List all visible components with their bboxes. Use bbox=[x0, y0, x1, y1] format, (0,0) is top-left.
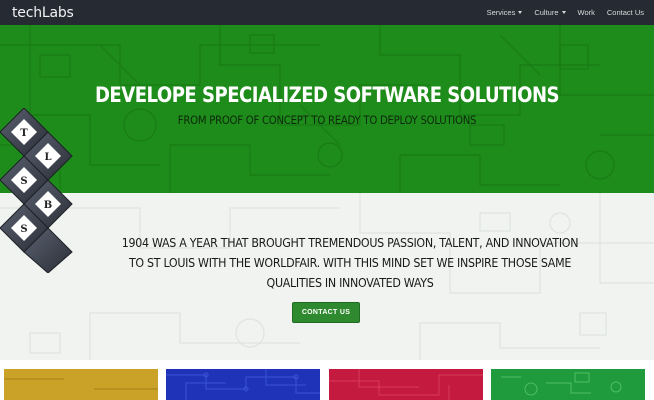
crimson-card[interactable] bbox=[329, 369, 483, 400]
logo-letter: S bbox=[20, 176, 27, 187]
main-nav: Services Culture Work Contact Us bbox=[487, 8, 644, 17]
hero-title: DEVELOPE SPECIALIZED SOFTWARE SOLUTIONS bbox=[94, 83, 560, 107]
logo-letter: T bbox=[20, 128, 28, 139]
intro-line: 1904 WAS A YEAR THAT BROUGHT TREMENDOUS … bbox=[121, 235, 579, 250]
top-navbar: techLabs Services Culture Work Contact U… bbox=[0, 0, 654, 25]
nav-item-label: Work bbox=[577, 8, 595, 17]
blue-card[interactable] bbox=[166, 369, 320, 400]
hero-banner: DEVELOPE SPECIALIZED SOFTWARE SOLUTIONS … bbox=[0, 25, 654, 193]
intro-paragraph: 1904 WAS A YEAR THAT BROUGHT TREMENDOUS … bbox=[121, 233, 579, 293]
logo-letter: B bbox=[44, 200, 52, 211]
brand-logo-text[interactable]: techLabs bbox=[12, 5, 74, 21]
gold-card[interactable] bbox=[4, 369, 158, 400]
nav-item-label: Services bbox=[486, 8, 516, 17]
nav-item-contact-us[interactable]: Contact Us bbox=[607, 8, 644, 17]
contact-us-button[interactable]: CONTACT US bbox=[292, 302, 360, 323]
nav-item-label: Contact Us bbox=[606, 8, 644, 17]
logo-letter: S bbox=[20, 224, 27, 235]
caret-down-icon bbox=[518, 11, 523, 14]
nav-item-culture[interactable]: Culture bbox=[534, 8, 566, 17]
nav-item-work[interactable]: Work bbox=[578, 8, 595, 17]
intro-line: QUALITIES IN INNOVATED WAYS bbox=[266, 275, 434, 290]
green-card[interactable] bbox=[491, 369, 645, 400]
hero-subtitle: FROM PROOF OF CONCEPT TO READY TO DEPLOY… bbox=[177, 113, 477, 127]
circuit-map-pattern bbox=[0, 25, 654, 193]
nav-item-label: Culture bbox=[534, 8, 559, 17]
intro-section: 1904 WAS A YEAR THAT BROUGHT TREMENDOUS … bbox=[0, 193, 654, 360]
service-cards-row bbox=[0, 360, 654, 400]
logo-letter: L bbox=[44, 152, 51, 163]
diamond-logo: T L S B S bbox=[0, 108, 73, 273]
caret-down-icon bbox=[561, 11, 566, 14]
intro-line: TO ST LOUIS WITH THE WORLDFAIR. WITH THI… bbox=[128, 255, 572, 270]
nav-item-services[interactable]: Services bbox=[487, 8, 523, 17]
